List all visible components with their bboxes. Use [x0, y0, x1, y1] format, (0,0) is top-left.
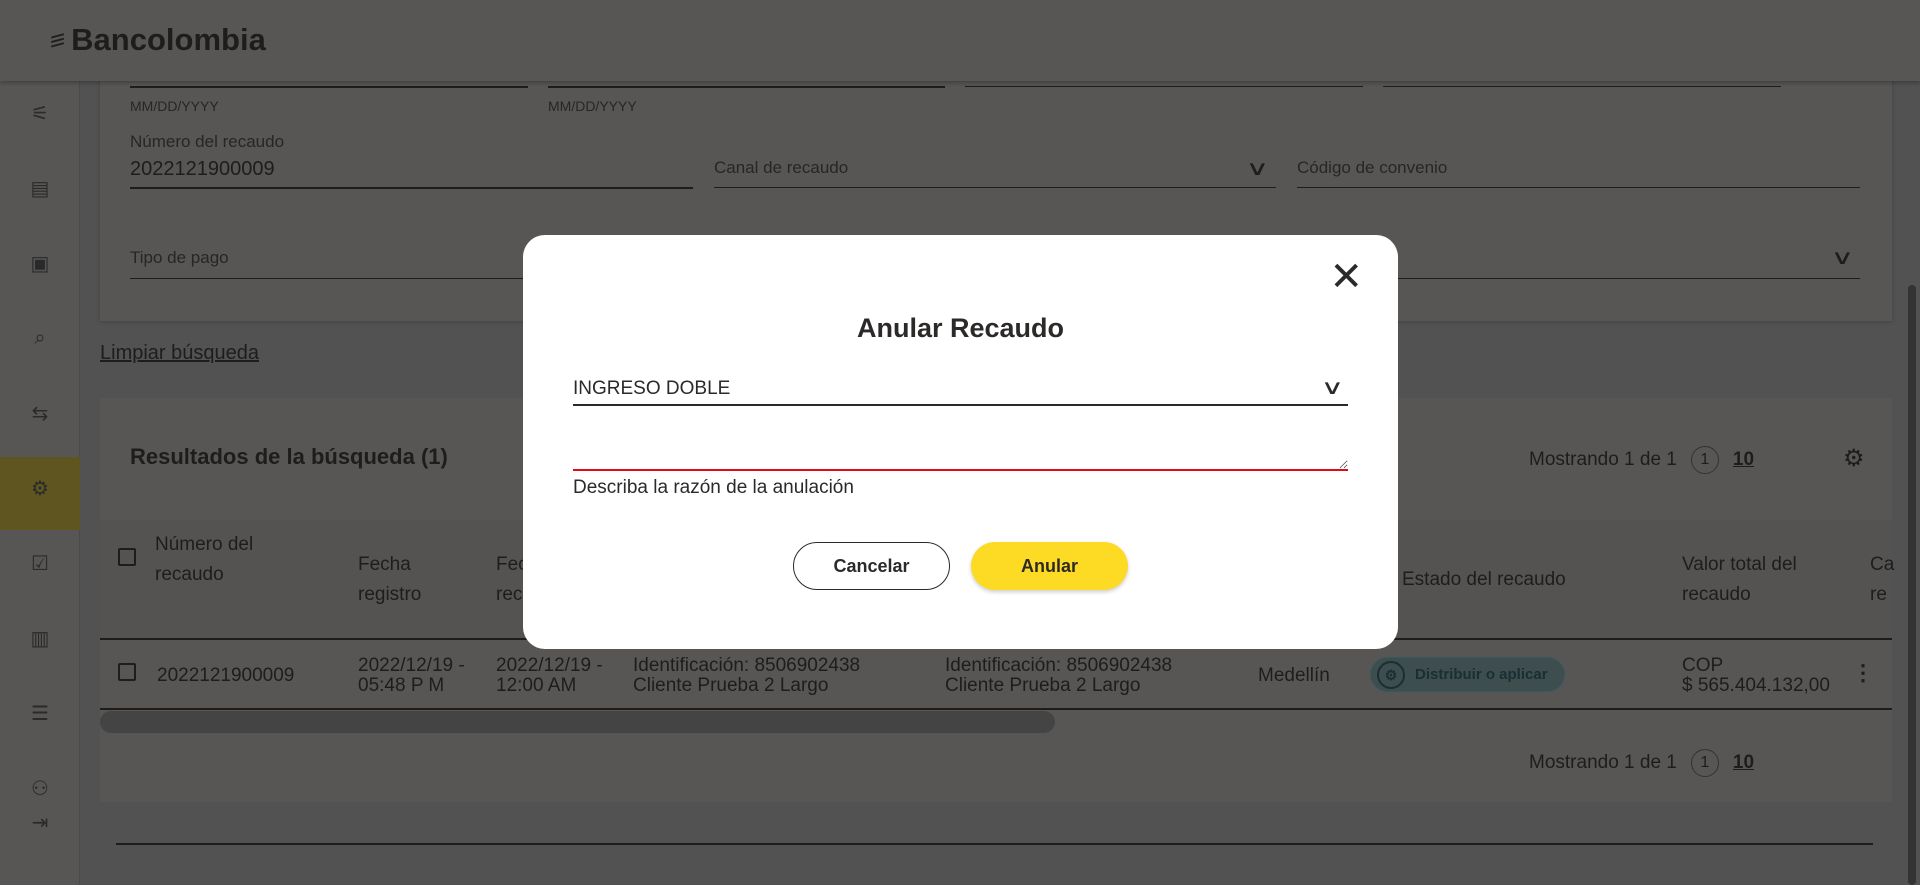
numero-input[interactable]: 2022121900009	[130, 158, 275, 181]
filter-field-4[interactable]	[1383, 86, 1781, 87]
select-all-checkbox[interactable]	[118, 548, 136, 566]
date-hint: MM/DD/YYYY	[548, 98, 637, 114]
cancel-button[interactable]: Cancelar	[793, 542, 950, 590]
bancolombia-logo-icon: ≡	[50, 22, 66, 57]
chevron-down-icon[interactable]: ∨	[1831, 245, 1854, 270]
top-header: ≡ Bancolombia	[0, 0, 1920, 81]
brand-name: Bancolombia	[71, 22, 266, 57]
horizontal-scrollbar[interactable]	[100, 711, 1055, 733]
numero-label: Número del recaudo	[130, 132, 285, 151]
showing-text: Mostrando 1 de 1	[1529, 752, 1677, 773]
codigo-underline	[1297, 187, 1860, 188]
divider	[116, 843, 1873, 845]
logout-icon[interactable]: ⇥	[26, 808, 54, 836]
document-search-icon[interactable]: ⌕	[26, 324, 54, 352]
results-title: Resultados de la búsqueda (1)	[130, 444, 448, 469]
column-header: Número del recaudo	[155, 534, 254, 585]
date-to-field[interactable]	[548, 86, 945, 88]
date-from-field[interactable]	[130, 86, 528, 88]
cell-pagador-id: Identificación: 8506902438	[633, 655, 861, 676]
reason-select[interactable]: INGRESO DOBLE ∨	[573, 373, 1348, 406]
page-scrollbar[interactable]	[1908, 285, 1916, 885]
book-icon[interactable]: ▥	[26, 624, 54, 652]
gear-icon[interactable]: ⚙	[1843, 444, 1865, 473]
sidebar: ⚟ ▤ ▣ ⌕ ⇆ ⚙ ☑ ▥ ☰ ⚇ ⇥	[0, 81, 80, 885]
cell-pagador-nombre: Cliente Prueba 2 Largo	[633, 675, 829, 696]
column-header: Estado del recaudo	[1402, 569, 1566, 590]
pagination-bottom: Mostrando 1 de 1 1 10	[1529, 749, 1754, 777]
cell-fecha-registro: 2022/12/19 - 05:48 P M	[358, 655, 465, 696]
cell-titular-id: Identificación: 8506902438	[945, 655, 1173, 676]
date-hint: MM/DD/YYYY	[130, 98, 219, 114]
page-number[interactable]: 1	[1690, 749, 1719, 777]
modal-title: Anular Recaudo	[856, 313, 1065, 343]
canal-select[interactable]: Canal de recaudo	[714, 158, 848, 178]
status-text: Distribuir o aplicar	[1415, 666, 1548, 683]
numero-underline	[130, 187, 693, 189]
receipt-icon[interactable]: ▤	[26, 174, 54, 202]
column-header: Valor total del recaudo	[1682, 554, 1797, 605]
sliders-icon[interactable]: ⚟	[26, 99, 54, 127]
users-icon[interactable]: ⚇	[26, 774, 54, 802]
cell-numero: 2022121900009	[157, 665, 295, 686]
void-collection-modal: ✕ Anular Recaudo INGRESO DOBLE ∨ Describ…	[523, 235, 1398, 649]
canal-underline	[714, 187, 1276, 188]
chevron-down-icon[interactable]: ∨	[1246, 156, 1269, 181]
column-header: Ca re	[1870, 554, 1895, 605]
gear-icon[interactable]: ⚙	[26, 474, 54, 502]
list-icon[interactable]: ☰	[26, 699, 54, 727]
cell-fecha-recaudo: 2022/12/19 - 12:00 AM	[496, 655, 603, 696]
pagination-top: Mostrando 1 de 1 1 10	[1529, 446, 1754, 474]
page-size-select[interactable]: 10	[1733, 449, 1754, 471]
document-check-icon[interactable]: ☑	[26, 549, 54, 577]
showing-text: Mostrando 1 de 1	[1529, 449, 1677, 470]
reason-helper-text: Describa la razón de la anulación	[573, 477, 854, 498]
page-number[interactable]: 1	[1690, 446, 1719, 474]
cell-moneda: COP	[1682, 655, 1724, 676]
confirm-void-button[interactable]: Anular	[971, 542, 1128, 590]
cell-titular-nombre: Cliente Prueba 2 Largo	[945, 675, 1141, 696]
tipo-pago-select[interactable]: Tipo de pago	[130, 248, 229, 268]
column-header: Fecha registro	[358, 554, 422, 605]
status-badge: ⚙ Distribuir o aplicar	[1370, 657, 1565, 692]
gear-icon: ⚙	[1377, 661, 1405, 689]
cell-valor: $ 565.404.132,00	[1682, 675, 1830, 696]
clear-search-link[interactable]: Limpiar búsqueda	[100, 342, 259, 365]
filter-field-3[interactable]	[965, 86, 1363, 87]
reason-value: INGRESO DOBLE	[573, 378, 731, 399]
bancolombia-logo[interactable]: ≡ Bancolombia	[50, 22, 266, 58]
kebab-menu-icon[interactable]: ⋮	[1852, 660, 1874, 686]
chevron-down-icon: ∨	[1320, 377, 1345, 399]
row-checkbox[interactable]	[118, 663, 136, 681]
page-size-select[interactable]: 10	[1733, 752, 1754, 774]
money-icon[interactable]: ▣	[26, 249, 54, 277]
codigo-input[interactable]: Código de convenio	[1297, 158, 1447, 178]
close-icon[interactable]: ✕	[1329, 257, 1363, 297]
cell-ciudad: Medellín	[1258, 665, 1330, 686]
reason-description-textarea[interactable]	[573, 435, 1348, 471]
transfer-icon[interactable]: ⇆	[26, 399, 54, 427]
